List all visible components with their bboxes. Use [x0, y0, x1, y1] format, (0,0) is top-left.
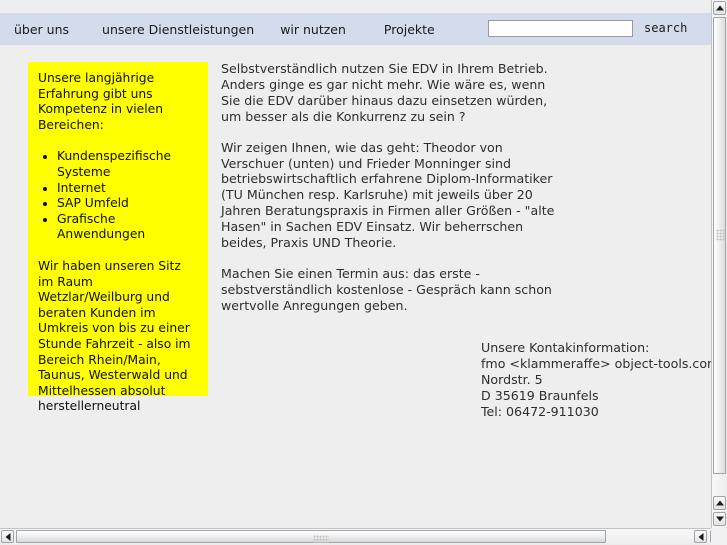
highlight-outro-text: Wir haben unseren Sitz im Raum Wetzlar/W… — [38, 258, 191, 414]
paragraph-appointment: Machen Sie einen Termin aus: das erste -… — [221, 265, 552, 313]
nav-link-wir-nutzen[interactable]: wir nutzen — [280, 22, 346, 37]
scroll-left-button-secondary[interactable] — [694, 530, 707, 543]
horizontal-scrollbar-thumb[interactable] — [16, 530, 606, 543]
list-item: Grafische Anwendungen — [57, 212, 198, 243]
nav-link-projekte[interactable]: Projekte — [384, 22, 435, 37]
list-item: SAP Umfeld — [57, 196, 198, 212]
vertical-scrollbar[interactable] — [711, 0, 727, 528]
scroll-up-button[interactable] — [713, 1, 726, 15]
vertical-scrollbar-thumb[interactable] — [713, 17, 726, 474]
arrow-up-icon — [715, 500, 724, 506]
list-item: Internet — [57, 181, 198, 197]
page-viewport: über uns unsere Dienstleistungen wir nut… — [0, 0, 711, 528]
scrollbar-corner — [711, 528, 727, 545]
list-item: Kundenspezifische Systeme — [57, 149, 198, 180]
scroll-left-button[interactable] — [1, 530, 14, 543]
main-text-column: Selbstverständlich nutzen Sie EDV in Ihr… — [221, 61, 561, 329]
competence-highlight-box: Unsere langjährige Erfahrung gibt uns Ko… — [28, 62, 208, 413]
scrollbar-grip-icon — [716, 229, 725, 241]
scroll-down-button[interactable] — [713, 512, 726, 526]
competence-list: Kundenspezifische Systeme Internet SAP U… — [38, 149, 198, 243]
contact-heading: Unsere Kontakinformation: — [481, 340, 650, 355]
arrow-left-icon — [698, 532, 703, 541]
arrow-up-icon — [715, 5, 724, 11]
contact-information: Unsere Kontakinformation: fmo <klammeraf… — [481, 340, 711, 420]
arrow-left-icon — [5, 532, 10, 541]
search-button[interactable]: search — [644, 21, 687, 35]
nav-link-ueber-uns[interactable]: über uns — [14, 22, 69, 37]
contact-city: D 35619 Braunfels — [481, 387, 599, 403]
scroll-up-button-secondary[interactable] — [713, 496, 726, 510]
horizontal-scrollbar[interactable] — [0, 528, 727, 545]
contact-email: fmo <klammeraffe> object-tools.com — [481, 355, 711, 371]
site-navigation-bar: über uns unsere Dienstleistungen wir nut… — [0, 13, 711, 45]
search-input[interactable] — [488, 20, 633, 37]
paragraph-team: Wir zeigen Ihnen, wie das geht: Theodor … — [221, 139, 555, 251]
contact-phone: Tel: 06472-911030 — [481, 403, 599, 419]
arrow-down-icon — [715, 516, 724, 522]
scrollbar-grip-icon — [313, 535, 329, 543]
highlight-intro-text: Unsere langjährige Erfahrung gibt uns Ko… — [38, 71, 164, 132]
nav-link-unsere-dienstleistungen[interactable]: unsere Dienstleistungen — [102, 22, 254, 37]
contact-street: Nordstr. 5 — [481, 371, 543, 387]
paragraph-intro: Selbstverständlich nutzen Sie EDV in Ihr… — [221, 61, 548, 124]
